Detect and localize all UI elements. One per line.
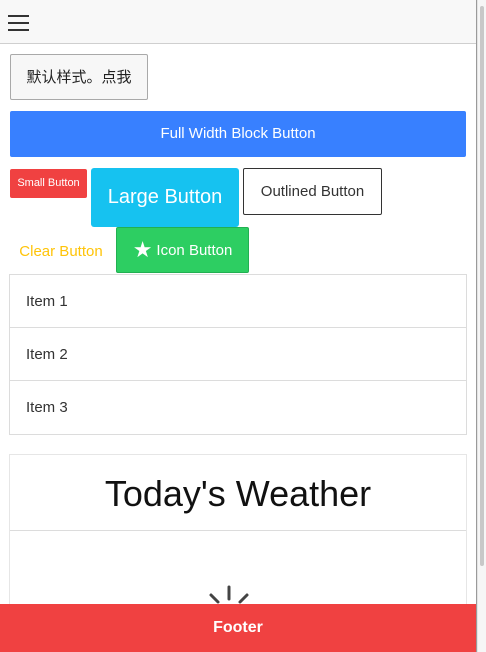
scrollbar-thumb[interactable] — [480, 6, 484, 566]
toolbar — [0, 0, 476, 44]
footer: Footer — [0, 604, 476, 652]
large-button[interactable]: Large Button — [91, 168, 239, 227]
star-icon: ★ — [132, 237, 153, 262]
full-width-block-button[interactable]: Full Width Block Button — [10, 111, 466, 157]
icon-button-label: Icon Button — [156, 242, 233, 259]
scrollbar[interactable] — [477, 0, 486, 652]
outlined-button[interactable]: Outlined Button — [243, 168, 382, 215]
list-item[interactable]: Item 1 — [10, 275, 466, 328]
clear-button[interactable]: Clear Button — [10, 236, 112, 268]
menu-button[interactable] — [8, 12, 30, 32]
default-style-button[interactable]: 默认样式。点我 — [10, 54, 148, 100]
app-window: 默认样式。点我 Full Width Block Button Small Bu… — [0, 0, 477, 652]
list-item[interactable]: Item 2 — [10, 328, 466, 381]
list-item[interactable]: Item 3 — [10, 381, 466, 434]
item-list: Item 1 Item 2 Item 3 — [9, 274, 467, 435]
small-button[interactable]: Small Button — [10, 169, 87, 198]
icon-button[interactable]: ★ Icon Button — [116, 227, 249, 273]
weather-card-title: Today's Weather — [10, 455, 466, 531]
